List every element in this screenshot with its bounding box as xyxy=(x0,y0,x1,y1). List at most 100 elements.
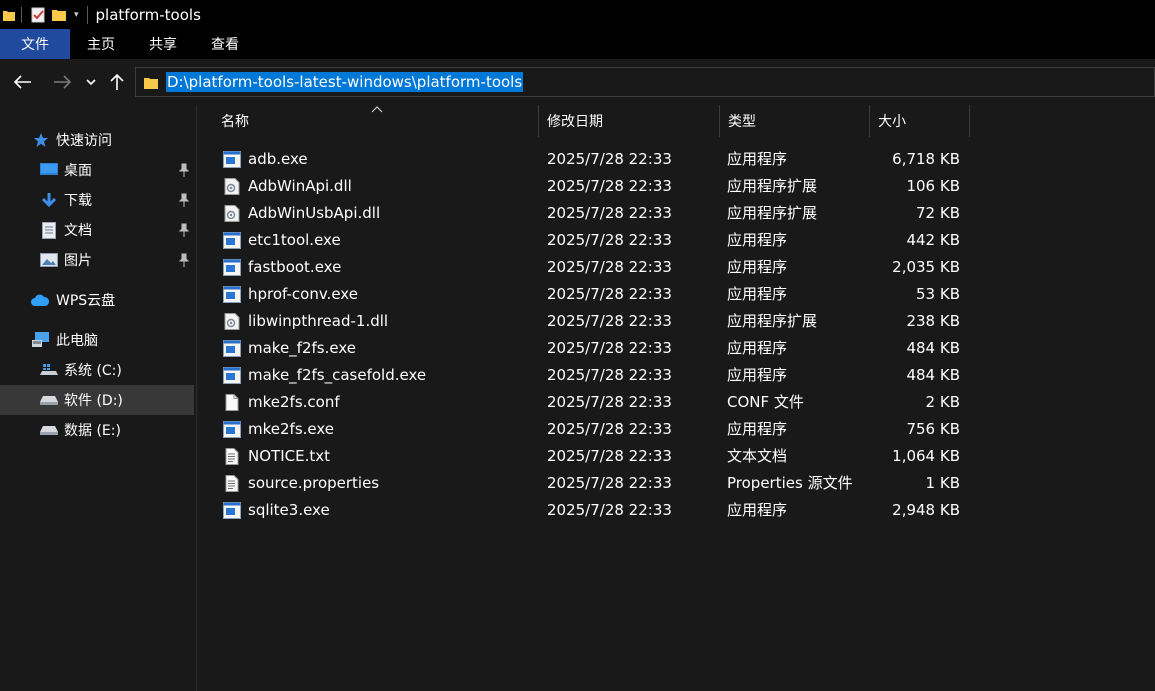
up-button[interactable] xyxy=(104,59,130,105)
file-row[interactable]: AdbWinApi.dll 2025/7/28 22:33 应用程序扩展 106 KB xyxy=(218,173,963,200)
file-row[interactable]: adb.exe 2025/7/28 22:33 应用程序 6,718 KB xyxy=(218,146,963,173)
file-type: 应用程序扩展 xyxy=(727,204,818,222)
tab-home[interactable]: 主页 xyxy=(70,29,132,59)
file-size: 442 KB xyxy=(906,231,960,249)
recent-locations-button[interactable] xyxy=(78,59,104,105)
file-row[interactable]: mke2fs.conf 2025/7/28 22:33 CONF 文件 2 KB xyxy=(218,389,963,416)
file-name: make_f2fs.exe xyxy=(248,339,356,357)
file-name: source.properties xyxy=(248,474,380,492)
file-row[interactable]: mke2fs.exe 2025/7/28 22:33 应用程序 756 KB xyxy=(218,416,963,443)
sidebar-item-label: 此电脑 xyxy=(56,333,98,349)
file-name: mke2fs.conf xyxy=(248,393,340,411)
file-size: 1,064 KB xyxy=(892,447,960,465)
pin-icon[interactable] xyxy=(178,223,190,237)
system-drive-icon xyxy=(40,361,58,379)
file-row[interactable]: fastboot.exe 2025/7/28 22:33 应用程序 2,035 KB xyxy=(218,254,963,281)
file-date: 2025/7/28 22:33 xyxy=(547,474,672,492)
file-date: 2025/7/28 22:33 xyxy=(547,150,672,168)
file-type: 应用程序 xyxy=(727,339,788,357)
file-name: AdbWinApi.dll xyxy=(248,177,352,195)
computer-icon xyxy=(32,331,50,349)
forward-button[interactable] xyxy=(46,59,78,105)
file-name: adb.exe xyxy=(248,150,308,168)
exe-icon xyxy=(223,340,241,357)
pin-icon[interactable] xyxy=(178,193,190,207)
sidebar-item-pictures[interactable]: 图片 xyxy=(0,245,194,275)
file-size: 53 KB xyxy=(916,285,960,303)
forward-arrow-icon xyxy=(54,75,71,89)
sidebar-item-label: 系统 (C:) xyxy=(64,363,122,379)
tab-share[interactable]: 共享 xyxy=(132,29,194,59)
file-size: 484 KB xyxy=(906,366,960,384)
customize-dropdown-icon[interactable]: ▾ xyxy=(74,10,79,20)
exe-icon xyxy=(223,151,241,168)
file-type: 应用程序 xyxy=(727,420,788,438)
back-button[interactable] xyxy=(0,59,46,105)
folder-icon xyxy=(144,77,158,89)
text-file-icon xyxy=(223,448,241,465)
up-arrow-icon xyxy=(110,73,124,90)
file-row[interactable]: etc1tool.exe 2025/7/28 22:33 应用程序 442 KB xyxy=(218,227,963,254)
file-row[interactable]: hprof-conv.exe 2025/7/28 22:33 应用程序 53 KB xyxy=(218,281,963,308)
exe-icon xyxy=(223,502,241,519)
pin-icon[interactable] xyxy=(178,163,190,177)
file-date: 2025/7/28 22:33 xyxy=(547,447,672,465)
pin-icon[interactable] xyxy=(178,253,190,267)
tab-view[interactable]: 查看 xyxy=(194,29,256,59)
file-row[interactable]: make_f2fs_casefold.exe 2025/7/28 22:33 应用程… xyxy=(218,362,963,389)
column-header-date[interactable]: 修改日期 xyxy=(539,105,720,137)
file-name: make_f2fs_casefold.exe xyxy=(248,366,427,384)
sidebar-item-downloads[interactable]: 下载 xyxy=(0,185,194,215)
sidebar-item-documents[interactable]: 文档 xyxy=(0,215,194,245)
address-bar[interactable]: D:\platform-tools-latest-windows\platfor… xyxy=(135,67,1155,97)
file-size: 2 KB xyxy=(925,393,960,411)
sidebar-item-desktop[interactable]: 桌面 xyxy=(0,155,194,185)
file-size: 72 KB xyxy=(916,204,960,222)
exe-icon xyxy=(223,286,241,303)
file-row[interactable]: libwinpthread-1.dll 2025/7/28 22:33 应用程序扩展… xyxy=(218,308,963,335)
address-path[interactable]: D:\platform-tools-latest-windows\platfor… xyxy=(166,72,524,92)
column-header-size[interactable]: 大小 xyxy=(870,105,970,137)
file-row[interactable]: sqlite3.exe 2025/7/28 22:33 应用程序 2,948 KB xyxy=(218,497,963,524)
tab-file[interactable]: 文件 xyxy=(0,29,70,59)
new-folder-icon[interactable] xyxy=(52,8,66,21)
sidebar-item-quick-access[interactable]: 快速访问 xyxy=(0,125,194,155)
title-bar: ▾ platform-tools xyxy=(0,0,1155,29)
sidebar-item-label: 图片 xyxy=(64,253,92,269)
file-row[interactable]: make_f2fs.exe 2025/7/28 22:33 应用程序 484 KB xyxy=(218,335,963,362)
file-type: 应用程序 xyxy=(727,285,788,303)
file-row[interactable]: source.properties 2025/7/28 22:33 Properti… xyxy=(218,470,963,497)
file-name: libwinpthread-1.dll xyxy=(248,312,389,330)
file-row[interactable]: NOTICE.txt 2025/7/28 22:33 文本文档 1,064 KB xyxy=(218,443,963,470)
drive-icon xyxy=(40,391,58,409)
folder-icon[interactable] xyxy=(3,9,15,21)
navigation-bar: D:\platform-tools-latest-windows\platfor… xyxy=(0,59,1155,105)
file-name: NOTICE.txt xyxy=(248,447,330,465)
file-size: 238 KB xyxy=(906,312,960,330)
navigation-pane: 快速访问 桌面 下载 文档 图片 WPS云盘 此电脑 系统 (C:) 软件 (D… xyxy=(0,105,197,691)
sidebar-item-label: 快速访问 xyxy=(56,133,112,149)
sidebar-item-wps-cloud[interactable]: WPS云盘 xyxy=(0,285,194,315)
column-header-type[interactable]: 类型 xyxy=(720,105,870,137)
file-row[interactable]: AdbWinUsbApi.dll 2025/7/28 22:33 应用程序扩展 72 … xyxy=(218,200,963,227)
sidebar-item-this-pc[interactable]: 此电脑 xyxy=(0,325,194,355)
sidebar-item-drive-e[interactable]: 数据 (E:) xyxy=(0,415,194,445)
file-size: 6,718 KB xyxy=(892,150,960,168)
properties-icon[interactable] xyxy=(30,7,46,23)
file-type: 应用程序扩展 xyxy=(727,312,818,330)
sidebar-item-drive-c[interactable]: 系统 (C:) xyxy=(0,355,194,385)
file-size: 2,948 KB xyxy=(892,501,960,519)
file-date: 2025/7/28 22:33 xyxy=(547,366,672,384)
text-file-icon xyxy=(223,475,241,492)
column-header-name[interactable]: 名称 xyxy=(213,105,539,137)
file-size: 2,035 KB xyxy=(892,258,960,276)
file-type: CONF 文件 xyxy=(727,393,804,411)
sidebar-item-label: 数据 (E:) xyxy=(64,423,121,439)
dll-icon xyxy=(223,313,241,330)
file-type: 应用程序 xyxy=(727,231,788,249)
file-date: 2025/7/28 22:33 xyxy=(547,204,672,222)
dll-icon xyxy=(223,178,241,195)
file-date: 2025/7/28 22:33 xyxy=(547,501,672,519)
file-name: etc1tool.exe xyxy=(248,231,341,249)
sidebar-item-drive-d[interactable]: 软件 (D:) xyxy=(0,385,194,415)
